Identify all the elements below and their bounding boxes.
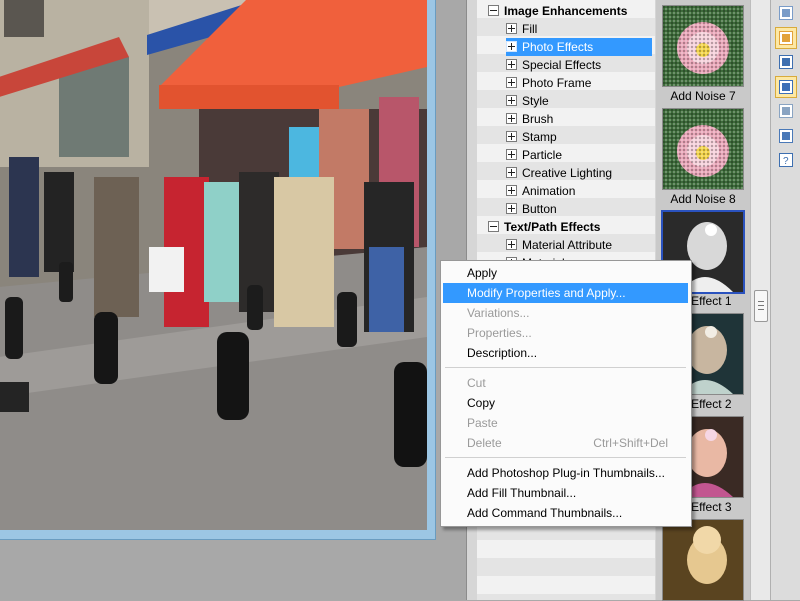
menu-item-paste[interactable]: Paste (443, 413, 688, 433)
tree-item-photo-effects[interactable]: Photo Effects (506, 38, 652, 56)
menu-item-label: Add Command Thumbnails... (467, 506, 623, 520)
tree-item-button[interactable]: Button (506, 200, 652, 218)
image-canvas[interactable] (0, 0, 466, 600)
frame-icon (779, 30, 793, 45)
expand-icon[interactable] (506, 41, 517, 53)
expand-icon[interactable] (506, 131, 517, 143)
help-button[interactable]: ? (775, 149, 797, 171)
menu-item-variations[interactable]: Variations... (443, 303, 688, 323)
menu-item-label: Apply (467, 266, 498, 280)
tree-item-label: Photo Effects (522, 40, 594, 54)
menu-item-properties[interactable]: Properties... (443, 323, 688, 343)
tree-item-label: Fill (522, 22, 538, 36)
menu-item-copy[interactable]: Copy (443, 393, 688, 413)
menu-separator (445, 367, 686, 368)
expand-icon[interactable] (506, 185, 517, 197)
svg-text:?: ? (783, 156, 789, 167)
expand-icon[interactable] (506, 167, 517, 179)
menu-item-label: Delete (467, 436, 502, 450)
tree-item-label: Photo Frame (522, 76, 592, 90)
tree-item-label: Stamp (522, 130, 557, 144)
layers-icon (779, 104, 793, 118)
tree-item-brush[interactable]: Brush (506, 110, 652, 128)
menu-item-label: Paste (467, 416, 498, 430)
context-menu: Apply Modify Properties and Apply... Varia… (440, 260, 692, 527)
tree-item-creative-lighting[interactable]: Creative Lighting (506, 164, 652, 182)
street-photo-image (0, 0, 427, 530)
collapse-icon[interactable] (488, 5, 499, 17)
scrollbar-thumb[interactable] (754, 290, 768, 322)
tree-item-label: Special Effects (522, 58, 602, 72)
tree-item-animation[interactable]: Animation (506, 182, 652, 200)
play-animation-icon (779, 79, 793, 94)
effect-thumbnail[interactable] (662, 519, 744, 601)
tree-item-fill[interactable]: Fill (506, 20, 652, 38)
expand-icon[interactable] (506, 239, 517, 251)
right-toolbar: ? (770, 0, 800, 600)
expand-icon[interactable] (506, 113, 517, 125)
menu-item-label: Variations... (467, 306, 530, 320)
menu-item-shortcut: Ctrl+Shift+Del (593, 436, 668, 450)
expand-icon[interactable] (506, 77, 517, 89)
menu-item-add-command-thumbnails[interactable]: Add Command Thumbnails... (443, 503, 688, 523)
expand-icon[interactable] (506, 203, 517, 215)
menu-item-label: Add Photoshop Plug-in Thumbnails... (467, 466, 665, 480)
street-photo[interactable] (0, 0, 427, 530)
tree-item-special-effects[interactable]: Special Effects (506, 56, 652, 74)
photo-frame (0, 0, 436, 540)
tree-item-label: Text/Path Effects (504, 220, 601, 234)
menu-separator (445, 457, 686, 458)
tree-item-label: Style (522, 94, 549, 108)
layers-button[interactable] (775, 100, 797, 122)
tree-item-photo-frame[interactable]: Photo Frame (506, 74, 652, 92)
effect-thumbnail[interactable] (662, 5, 744, 87)
frame-button[interactable] (775, 26, 797, 49)
menu-item-label: Add Fill Thumbnail... (467, 486, 577, 500)
expand-icon[interactable] (506, 59, 517, 71)
layout-grid-icon (779, 55, 793, 69)
expand-icon[interactable] (506, 95, 517, 107)
image-edit-icon (779, 6, 793, 20)
menu-item-label: Properties... (467, 326, 532, 340)
tree-item-stamp[interactable]: Stamp (506, 128, 652, 146)
tree-item-label: Material Attribute (522, 238, 613, 252)
tree-item-text-path-effects[interactable]: Text/Path Effects (488, 218, 653, 236)
effect-thumbnail[interactable] (662, 108, 744, 190)
collapse-icon[interactable] (488, 221, 499, 233)
play-animation-button[interactable] (775, 75, 797, 98)
expand-icon[interactable] (506, 23, 517, 35)
menu-item-label: Description... (467, 346, 538, 360)
menu-item-modify-properties-and-apply[interactable]: Modify Properties and Apply... (443, 283, 688, 303)
menu-item-add-fill-thumbnail[interactable]: Add Fill Thumbnail... (443, 483, 688, 503)
expand-icon[interactable] (506, 149, 517, 161)
monitor-icon (779, 128, 793, 143)
menu-item-label: Modify Properties and Apply... (467, 286, 626, 300)
menu-item-description[interactable]: Description... (443, 343, 688, 363)
help-icon: ? (779, 153, 793, 167)
tree-item-style[interactable]: Style (506, 92, 652, 110)
tree-item-particle[interactable]: Particle (506, 146, 652, 164)
layout-grid-button[interactable] (775, 51, 797, 73)
tree-item-material-attribute[interactable]: Material Attribute (506, 236, 652, 254)
tree-item-label: Brush (522, 112, 554, 126)
thumbnail-label: Add Noise 7 (670, 89, 736, 103)
tree-item-image-enhancements[interactable]: Image Enhancements (488, 2, 653, 20)
menu-item-apply[interactable]: Apply (443, 263, 688, 283)
tree-item-label: Image Enhancements (504, 4, 628, 18)
menu-item-label: Copy (467, 396, 496, 410)
monitor-button[interactable] (775, 125, 797, 147)
menu-item-add-photoshop-plug-in-thumbnails[interactable]: Add Photoshop Plug-in Thumbnails... (443, 463, 688, 483)
tree-item-label: Button (522, 202, 557, 216)
menu-item-delete[interactable]: Delete Ctrl+Shift+Del (443, 433, 688, 453)
thumbnail-scrollbar[interactable] (750, 0, 771, 600)
tree-item-label: Creative Lighting (522, 166, 613, 180)
menu-item-cut[interactable]: Cut (443, 373, 688, 393)
tree-item-label: Particle (522, 148, 563, 162)
image-edit-button[interactable] (775, 2, 797, 24)
tree-item-label: Animation (522, 184, 576, 198)
thumbnail-label: Add Noise 8 (670, 192, 736, 206)
menu-item-label: Cut (467, 376, 486, 390)
